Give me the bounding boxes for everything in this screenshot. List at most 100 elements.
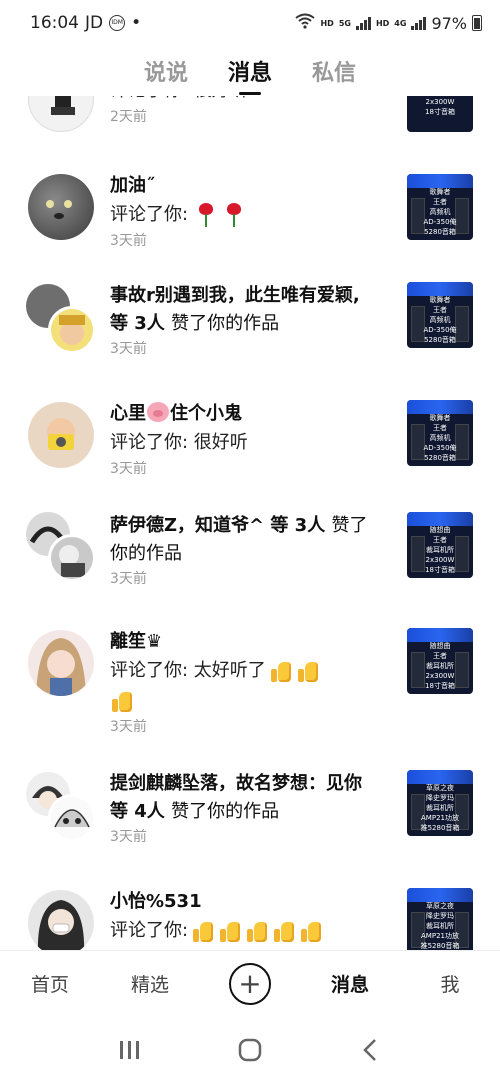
avatar-group[interactable] [26, 512, 98, 584]
list-item[interactable]: 评论了你: 很好听 2天前 2x300W 18寸音箱 [0, 96, 500, 156]
bottom-nav: 首页 精选 + 消息 我 [0, 950, 500, 1016]
list-item[interactable]: 離笙♛ 评论了你: 太好听了 3天前 随想曲 王者 裁耳机所 2x300W 18… [0, 628, 500, 748]
list-item[interactable]: 加油˝ 评论了你: 3天前 歌舞者 王者 高频机 AD-350俺 5280音箱 [0, 174, 500, 274]
thumb-line: 裁耳机所 [426, 804, 454, 812]
notification-text: 事故r别遇到我，此生唯有爱颖, 等 3人 赞了你的作品 3天前 [110, 282, 372, 360]
notification-text: 心里 住个小鬼 评论了你: 很好听 3天前 [110, 400, 372, 480]
nav-me[interactable]: 我 [400, 970, 500, 997]
avatar[interactable] [28, 402, 94, 468]
comment-text: 评论了你: [110, 916, 372, 946]
avatar[interactable] [28, 174, 94, 240]
user-name[interactable]: 心里 住个小鬼 [110, 400, 372, 428]
user-name[interactable]: 加油˝ [110, 172, 372, 200]
work-thumbnail[interactable]: 随想曲 王者 裁耳机所 2x300W 18寸音箱 [407, 512, 473, 578]
thumbs-up-icon [269, 659, 293, 683]
notification-text: 小怡%531 评论了你: [110, 888, 372, 946]
nav-featured[interactable]: 精选 [100, 970, 200, 997]
avatar[interactable] [28, 890, 94, 950]
list-item[interactable]: 小怡%531 评论了你: 草原之夜 降史罗玛 裁耳机所 AMP21功放 推528… [0, 888, 500, 950]
recent-apps-icon[interactable] [110, 1030, 150, 1070]
work-thumbnail[interactable]: 歌舞者 王者 高频机 AD-350俺 5280音箱 [407, 174, 473, 240]
timestamp: 3天前 [110, 341, 147, 357]
signal-icon-2 [411, 16, 427, 30]
name-part: 心里 [110, 403, 146, 424]
work-thumbnail[interactable]: 随想曲 王者 裁耳机所 2x300W 18寸音箱 [407, 628, 473, 694]
hd-label-2: HD [375, 18, 390, 28]
like-action: 赞了你的作品 [171, 313, 280, 334]
work-thumbnail[interactable]: 草原之夜 降史罗玛 裁耳机所 AMP21功放 推5280音箱 [407, 770, 473, 836]
avatar [48, 794, 96, 842]
user-name[interactable]: 小怡%531 [110, 888, 372, 916]
nav-create[interactable]: + [200, 962, 300, 1005]
thumb-line: 5280音箱 [424, 228, 456, 236]
user-name[interactable]: 離笙♛ [110, 628, 372, 656]
work-thumbnail[interactable]: 2x300W 18寸音箱 [407, 96, 473, 132]
battery-level: 97% [431, 13, 467, 33]
comment-label: 评论了你: [110, 920, 189, 941]
thumbs-up-icon [218, 919, 242, 943]
avatar-group[interactable] [26, 772, 98, 844]
nav-home[interactable]: 首页 [0, 970, 100, 997]
thumb-line: AD-350俺 [423, 444, 457, 452]
work-thumbnail[interactable]: 草原之夜 降史罗玛 裁耳机所 AMP21功放 推5280音箱 [407, 888, 473, 950]
name-part: 住个小鬼 [170, 403, 242, 424]
thumb-line: 歌舞者 [429, 414, 451, 422]
notification-text: 萨伊德Z，知道爷^ 等 3人 赞了你的作品 3天前 [110, 512, 372, 590]
thumb-line: 18寸音箱 [425, 108, 455, 116]
thumb-line: 高频机 [429, 208, 451, 216]
rose-icon [224, 203, 244, 227]
thumb-line: 高频机 [429, 316, 451, 324]
tab-messages[interactable]: 消息 [228, 55, 272, 87]
notification-text: 離笙♛ 评论了你: 太好听了 3天前 [110, 628, 372, 738]
clock: 16:04 [30, 13, 79, 33]
avatar [48, 534, 96, 582]
thumb-line: 王者 [433, 536, 447, 544]
status-bar: 16:04 JD IDM • HD 5G HD 4G 97% [0, 0, 500, 46]
signal-icon [355, 16, 371, 30]
thumb-line: 降史罗玛 [426, 912, 454, 920]
notification-dot: • [131, 13, 142, 33]
idm-icon: IDM [109, 15, 126, 31]
notification-text: 加油˝ 评论了你: 3天前 [110, 172, 372, 252]
top-tabs: 说说 消息 私信 [0, 46, 500, 96]
network-5g: 5G [338, 18, 351, 28]
network-4g: 4G [394, 18, 407, 28]
list-item[interactable]: 提剑麒麟坠落，故名梦想：见你 等 4人 赞了你的作品 3天前 草原之夜 降史罗玛… [0, 770, 500, 880]
thumb-line: 5280音箱 [424, 454, 456, 462]
nav-messages[interactable]: 消息 [300, 970, 400, 997]
list-item[interactable]: 事故r别遇到我，此生唯有爱颖, 等 3人 赞了你的作品 3天前 歌舞者 王者 高… [0, 282, 500, 392]
thumbs-up-icon [245, 919, 269, 943]
timestamp: 3天前 [110, 829, 147, 845]
notification-list[interactable]: 评论了你: 很好听 2天前 2x300W 18寸音箱 加油˝ 评论了你: 3天前… [0, 96, 500, 950]
user-names[interactable]: 萨伊德Z，知道爷^ 等 3人 [110, 515, 325, 536]
thumb-line: 歌舞者 [429, 188, 451, 196]
thumbs-up-icon [272, 919, 296, 943]
thumb-line: 2x300W [425, 98, 455, 106]
notification-text: 提剑麒麟坠落，故名梦想：见你 等 4人 赞了你的作品 3天前 [110, 770, 372, 848]
avatar-group[interactable] [26, 284, 98, 356]
timestamp: 3天前 [110, 461, 147, 477]
back-icon[interactable] [350, 1030, 390, 1070]
notification-text: 评论了你: 很好听 2天前 [110, 96, 372, 128]
thumb-line: 18寸音箱 [425, 566, 455, 574]
comment-label: 评论了你: 太好听了 [110, 660, 266, 681]
rose-icon [196, 203, 216, 227]
carrier-label: JD [85, 13, 104, 33]
avatar[interactable] [28, 96, 94, 132]
tab-shuoshuo[interactable]: 说说 [144, 55, 188, 87]
thumb-line: 王者 [433, 424, 447, 432]
list-item[interactable]: 心里 住个小鬼 评论了你: 很好听 3天前 歌舞者 王者 高频机 AD-350俺 … [0, 400, 500, 500]
plus-icon[interactable]: + [229, 962, 271, 1005]
thumb-line: 随想曲 [429, 526, 451, 534]
list-item[interactable]: 萨伊德Z，知道爷^ 等 3人 赞了你的作品 3天前 随想曲 王者 裁耳机所 2x… [0, 512, 500, 622]
work-thumbnail[interactable]: 歌舞者 王者 高频机 AD-350俺 5280音箱 [407, 282, 473, 348]
avatar [48, 306, 96, 354]
avatar[interactable] [28, 630, 94, 696]
tab-private[interactable]: 私信 [312, 55, 356, 87]
home-icon[interactable] [230, 1030, 270, 1070]
comment-label: 评论了你: [110, 204, 189, 225]
work-thumbnail[interactable]: 歌舞者 王者 高频机 AD-350俺 5280音箱 [407, 400, 473, 466]
comment-text: 评论了你: [110, 200, 372, 230]
wifi-icon [295, 13, 316, 33]
thumb-line: 随想曲 [429, 642, 451, 650]
